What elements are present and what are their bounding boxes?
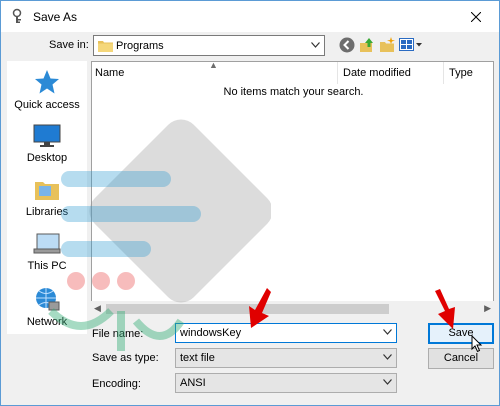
save-in-value: Programs: [116, 40, 164, 52]
star-icon: [35, 70, 59, 94]
scroll-right-icon[interactable]: ▶: [484, 303, 491, 314]
title-bar: Save As: [1, 1, 499, 32]
chevron-down-icon: [311, 42, 320, 48]
up-folder-icon[interactable]: [359, 37, 375, 53]
back-icon[interactable]: [339, 37, 355, 53]
empty-message: No items match your search.: [223, 86, 364, 98]
red-arrow-icon: [435, 289, 455, 329]
cancel-button[interactable]: Cancel: [428, 348, 494, 369]
red-arrow-icon: [249, 288, 271, 328]
chevron-down-icon: [383, 354, 392, 360]
new-folder-icon[interactable]: [379, 37, 395, 53]
close-icon: [471, 11, 481, 22]
cursor-icon: [471, 335, 483, 353]
close-button[interactable]: [453, 1, 499, 32]
dialog-title: Save As: [33, 10, 78, 24]
column-header-date-modified[interactable]: Date modified: [337, 62, 443, 84]
place-quick-access[interactable]: Quick access: [7, 69, 87, 111]
notepad-icon: [11, 8, 27, 24]
watermark-logo: [48, 119, 271, 351]
folder-icon: [98, 40, 113, 55]
chevron-down-icon: [383, 379, 392, 385]
save-in-dropdown[interactable]: Programs: [93, 35, 325, 56]
column-header-name[interactable]: Name: [95, 62, 335, 84]
view-menu-icon[interactable]: [399, 37, 423, 53]
save-as-dialog: Save As Save in: Programs Quick access D…: [0, 0, 500, 406]
chevron-down-icon[interactable]: [383, 329, 392, 335]
nav-toolbar: [339, 37, 423, 55]
column-header-type[interactable]: Type: [443, 62, 495, 84]
place-label: Quick access: [14, 99, 80, 111]
save-in-label: Save in:: [49, 39, 89, 51]
